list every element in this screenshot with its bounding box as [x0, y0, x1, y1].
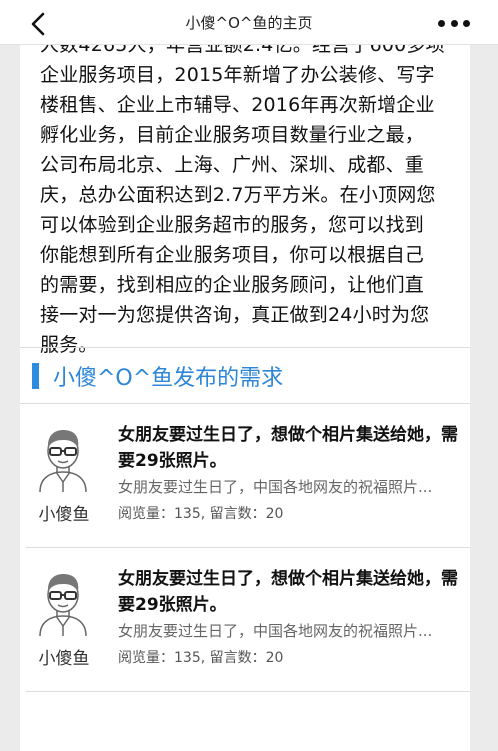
request-stats: 阅览量：135, 留言数：20 — [118, 650, 284, 666]
request-item[interactable]: 小傻鱼 女朋友要过生日了，想做个相片集送给她，需要29张照片。 女朋友要过生日了… — [26, 404, 470, 548]
intro-line: 服务。 — [40, 334, 98, 356]
request-stats: 阅览量：135, 留言数：20 — [118, 506, 284, 522]
company-intro-text: 人数4265人，年营业额2.4亿。经营了600多项 企业服务项目，2015年新增… — [40, 30, 470, 360]
divider — [20, 347, 470, 348]
intro-line: 楼租售、企业上市辅导、2016年再次新增企业 — [40, 94, 435, 116]
intro-line: 孵化业务，目前企业服务项目数量行业之最， — [40, 124, 425, 146]
profile-card: 人数4265人，年营业额2.4亿。经营了600多项 企业服务项目，2015年新增… — [20, 0, 470, 751]
section-accent-bar — [32, 363, 39, 389]
request-description: 女朋友要过生日了，中国各地网友的祝福照片... — [118, 622, 433, 640]
user-avatar-icon[interactable] — [36, 570, 90, 636]
request-description: 女朋友要过生日了，中国各地网友的祝福照片... — [118, 478, 433, 496]
top-nav-bar: 小傻^O^鱼的主页 — [0, 0, 498, 44]
intro-line: 庆，总办公面积达到2.7万平方米。在小顶网您 — [40, 184, 436, 206]
section-title: 小傻^O^鱼发布的需求 — [53, 366, 284, 391]
section-header: 小傻^O^鱼发布的需求 — [32, 360, 283, 392]
more-options-icon[interactable] — [438, 19, 470, 27]
divider — [26, 691, 470, 692]
user-name[interactable]: 小傻鱼 — [26, 500, 102, 525]
intro-line: 接一对一为您提供咨询，真正做到24小时为您 — [40, 304, 430, 326]
intro-line: 的需要，找到相应的企业服务顾问，让他们直 — [40, 274, 425, 296]
request-item[interactable]: 小傻鱼 女朋友要过生日了，想做个相片集送给她，需要29张照片。 女朋友要过生日了… — [26, 548, 470, 692]
intro-line: 企业服务项目，2015年新增了办公装修、写字 — [40, 64, 435, 86]
user-avatar-icon[interactable] — [36, 426, 90, 492]
user-name[interactable]: 小傻鱼 — [26, 644, 102, 669]
back-arrow-icon[interactable] — [26, 12, 50, 36]
intro-line: 可以体验到企业服务超市的服务，您可以找到 — [40, 214, 425, 236]
page-title: 小傻^O^鱼的主页 — [185, 13, 313, 32]
request-title[interactable]: 女朋友要过生日了，想做个相片集送给她，需要29张照片。 — [118, 422, 463, 474]
intro-line: 公司布局北京、上海、广州、深圳、成都、重 — [40, 154, 425, 176]
intro-line: 你能想到所有企业服务项目，你可以根据自己 — [40, 244, 425, 266]
request-title[interactable]: 女朋友要过生日了，想做个相片集送给她，需要29张照片。 — [118, 566, 463, 618]
